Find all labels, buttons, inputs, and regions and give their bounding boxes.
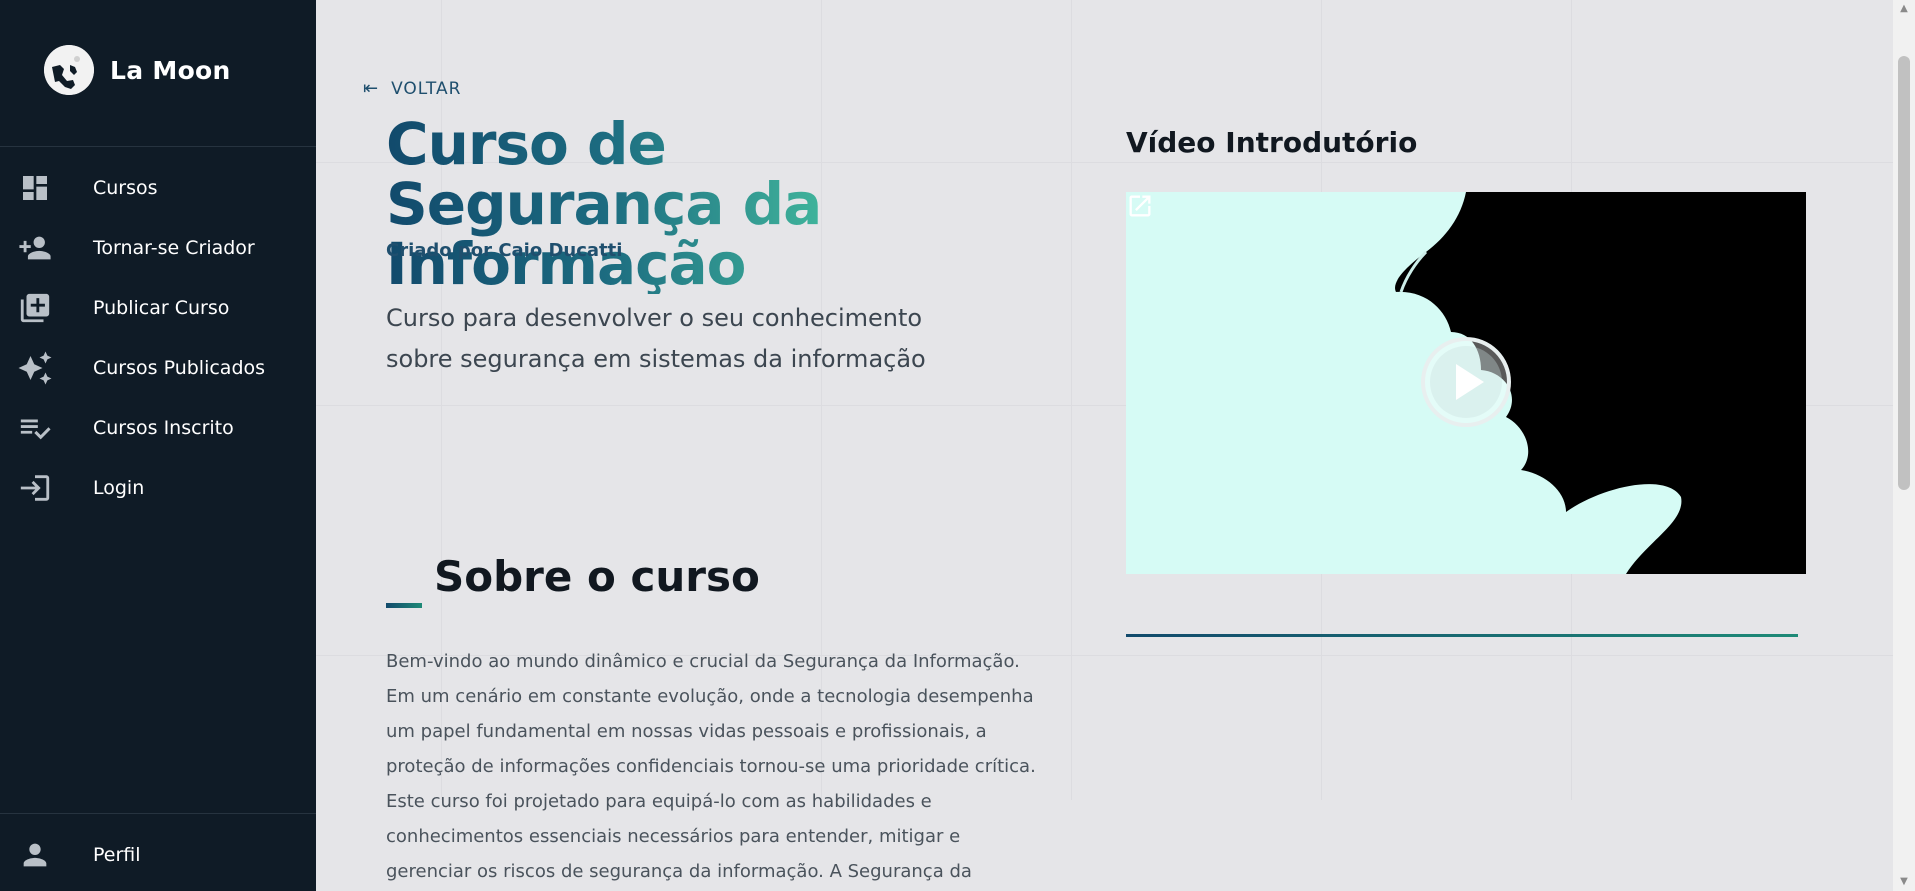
sidebar-item-label: Cursos — [93, 177, 158, 199]
back-label: VOLTAR — [391, 78, 462, 99]
video-player[interactable] — [1126, 192, 1806, 574]
sidebar-item-label: Tornar-se Criador — [93, 237, 255, 259]
about-title: Sobre o curso — [434, 552, 760, 601]
section-accent-bar — [386, 603, 422, 608]
sidebar-item-perfil[interactable]: Perfil — [0, 825, 316, 885]
sidebar-item-label: Cursos Publicados — [93, 357, 266, 379]
sidebar-item-label: Cursos Inscrito — [93, 417, 234, 439]
sparkles-icon — [17, 350, 53, 386]
sidebar-item-cursos[interactable]: Cursos — [0, 158, 316, 218]
sidebar-divider — [0, 146, 316, 147]
person-icon — [17, 837, 53, 873]
scroll-down-icon[interactable]: ▼ — [1893, 873, 1915, 891]
moon-logo-icon — [44, 45, 94, 95]
person-add-icon — [17, 230, 53, 266]
main-content: ⇤ VOLTAR Curso de Segurança da Informaçã… — [316, 0, 1893, 891]
sidebar-item-label: Perfil — [93, 844, 141, 866]
page-scrollbar[interactable]: ▲ ▼ — [1893, 0, 1915, 891]
brand-name: La Moon — [110, 55, 231, 85]
sidebar-divider — [0, 813, 316, 814]
sidebar-item-publicar-curso[interactable]: Publicar Curso — [0, 278, 316, 338]
background-grid-line — [1071, 0, 1072, 800]
course-title: Curso de Segurança da Informação — [386, 114, 1006, 294]
playlist-check-icon — [17, 410, 53, 446]
sidebar-item-tornar-se-criador[interactable]: Tornar-se Criador — [0, 218, 316, 278]
dashboard-icon — [17, 170, 53, 206]
sidebar-item-cursos-publicados[interactable]: Cursos Publicados — [0, 338, 316, 398]
open-in-new-icon[interactable] — [1126, 192, 1154, 220]
course-description: Curso para desenvolver o seu conheciment… — [386, 304, 926, 373]
sidebar-item-label: Publicar Curso — [93, 297, 230, 319]
video-divider — [1126, 634, 1798, 637]
arrow-left-bar-icon: ⇤ — [363, 78, 380, 99]
about-text: Bem-vindo ao mundo dinâmico e crucial da… — [386, 651, 1036, 882]
scroll-up-icon[interactable]: ▲ — [1893, 0, 1915, 18]
sidebar: La Moon Cursos Tornar-se Criador Publica… — [0, 0, 316, 891]
sidebar-item-label: Login — [93, 477, 145, 499]
sidebar-nav: Cursos Tornar-se Criador Publicar Curso … — [0, 158, 316, 518]
brand[interactable]: La Moon — [44, 45, 231, 95]
back-button[interactable]: ⇤ VOLTAR — [363, 78, 461, 99]
play-icon[interactable] — [1420, 336, 1512, 428]
sidebar-item-cursos-inscrito[interactable]: Cursos Inscrito — [0, 398, 316, 458]
scrollbar-thumb[interactable] — [1898, 56, 1910, 490]
course-creator: Criado por Caio Ducatti — [386, 240, 623, 261]
library-add-icon — [17, 290, 53, 326]
sidebar-item-login[interactable]: Login — [0, 458, 316, 518]
login-icon — [17, 470, 53, 506]
video-title: Vídeo Introdutório — [1126, 126, 1418, 159]
